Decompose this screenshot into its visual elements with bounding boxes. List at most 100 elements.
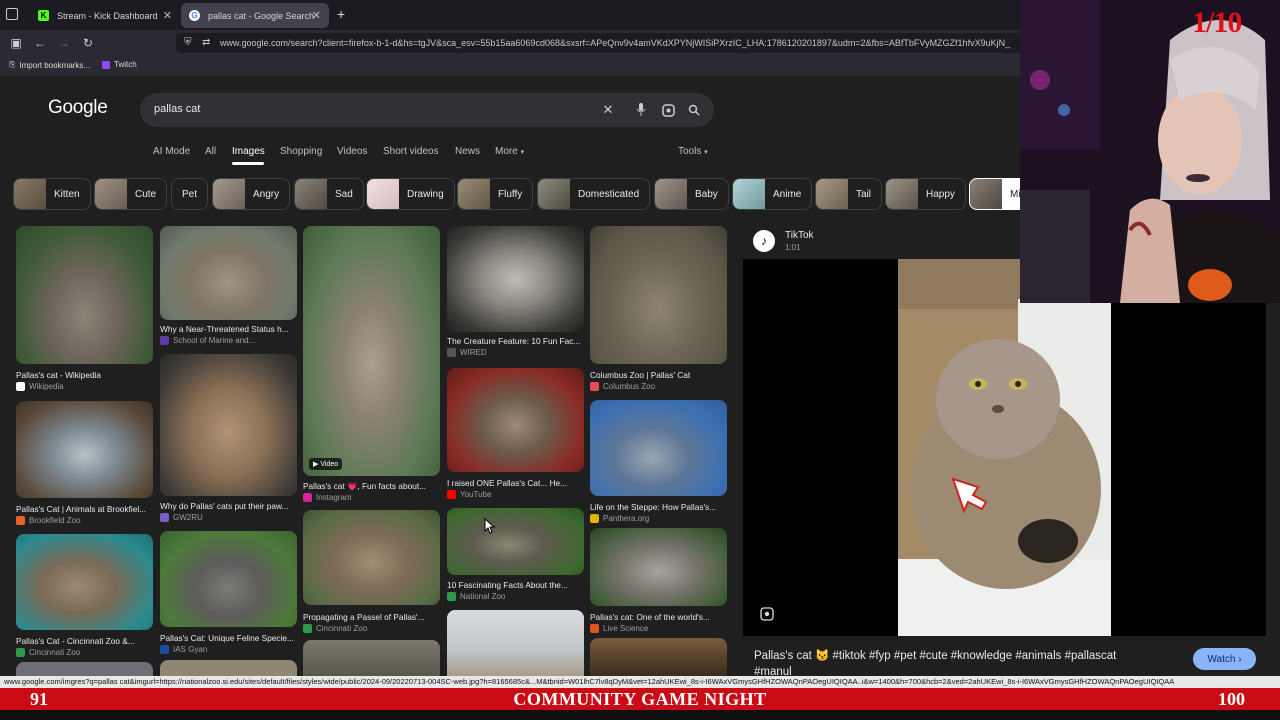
result-image[interactable] xyxy=(303,640,440,676)
tools-button[interactable]: Tools ▾ xyxy=(678,146,708,157)
image-result[interactable]: Pallas's cat: One of the world's... Live… xyxy=(590,528,728,633)
result-title[interactable]: Pallas's cat - Wikipedia xyxy=(16,370,154,380)
result-image[interactable] xyxy=(16,226,153,364)
lens-icon[interactable] xyxy=(660,102,676,118)
search-icon[interactable] xyxy=(686,102,702,118)
chip-more[interactable]: Mi xyxy=(969,178,1020,210)
back-icon[interactable]: ← xyxy=(32,35,48,51)
chip-fluffy[interactable]: Fluffy xyxy=(457,178,534,210)
forward-icon[interactable]: → xyxy=(56,35,72,51)
result-title[interactable]: Why do Pallas' cats put their paw... xyxy=(160,501,298,511)
result-title[interactable]: Why a Near-Threatened Status h... xyxy=(160,324,298,334)
image-result[interactable]: Why do Pallas' cats put their paw... GW2… xyxy=(160,354,298,524)
image-result[interactable]: Why a Near-Threatened Status h... School… xyxy=(160,226,298,348)
image-result[interactable] xyxy=(303,640,441,676)
result-source[interactable]: Panthera.org xyxy=(590,514,649,523)
result-source[interactable]: GW2RU xyxy=(160,513,203,522)
image-result[interactable] xyxy=(590,638,728,676)
result-source[interactable]: IAS Gyan xyxy=(160,645,207,654)
image-result[interactable]: Columbus Zoo | Pallas' Cat Columbus Zoo xyxy=(590,226,728,396)
result-image[interactable] xyxy=(16,401,153,498)
result-source[interactable]: National Zoo xyxy=(447,592,505,601)
tab-more[interactable]: More ▾ xyxy=(495,146,524,157)
image-result[interactable] xyxy=(16,662,154,676)
tab-kick-dashboard[interactable]: K Stream - Kick Dashboard ✕ xyxy=(30,3,180,28)
chip-pet[interactable]: Pet xyxy=(171,178,209,210)
microphone-icon[interactable] xyxy=(633,102,649,118)
google-logo[interactable]: Google xyxy=(48,97,108,119)
image-result[interactable]: ▶ Video Pallas's cat 💗, Fun facts about.… xyxy=(303,226,441,506)
tab-images[interactable]: Images xyxy=(232,146,265,157)
lens-search-icon[interactable] xyxy=(760,607,774,621)
result-title[interactable]: Pallas's cat 💗, Fun facts about... xyxy=(303,481,441,492)
result-image[interactable] xyxy=(160,660,297,676)
result-source[interactable]: Brookfield Zoo xyxy=(16,516,81,525)
result-image[interactable] xyxy=(16,662,153,676)
result-source[interactable]: Instagram xyxy=(303,493,352,502)
result-title[interactable]: Pallas's Cat: Unique Feline Specie... xyxy=(160,633,298,643)
watch-button[interactable]: Watch › xyxy=(1193,648,1256,670)
chip-anime[interactable]: Anime xyxy=(732,178,813,210)
chip-angry[interactable]: Angry xyxy=(212,178,291,210)
result-source[interactable]: WIRED xyxy=(447,348,487,357)
result-source[interactable]: Cincinnati Zoo xyxy=(16,648,80,657)
image-result[interactable]: Propagating a Passel of Pallas'... Cinci… xyxy=(303,510,441,634)
result-image[interactable] xyxy=(590,400,727,496)
image-result[interactable]: The Creature Feature: 10 Fun Fac... WIRE… xyxy=(447,226,585,357)
tab-videos[interactable]: Videos xyxy=(337,146,367,157)
chip-happy[interactable]: Happy xyxy=(885,178,966,210)
result-source[interactable]: Live Science xyxy=(590,624,648,633)
image-result[interactable]: Life on the Steppe: How Pallas's... Pant… xyxy=(590,400,728,525)
result-title[interactable]: Columbus Zoo | Pallas' Cat xyxy=(590,370,728,380)
sidebar-icon[interactable]: ▣ xyxy=(8,35,24,51)
tab-news[interactable]: News xyxy=(455,146,480,157)
result-title[interactable]: Pallas's Cat | Animals at Brookfiel... xyxy=(16,504,154,514)
image-result[interactable]: Pallas's Cat | Animals at Brookfiel... B… xyxy=(16,401,154,526)
result-source[interactable]: YouTube xyxy=(447,490,491,499)
result-title[interactable]: The Creature Feature: 10 Fun Fac... xyxy=(447,336,585,346)
result-title[interactable]: Propagating a Passel of Pallas'... xyxy=(303,612,441,622)
address-bar[interactable]: ⛨ ⇄ www.google.com/search?client=firefox… xyxy=(176,33,1026,53)
result-image[interactable] xyxy=(590,638,727,676)
tab-google-search[interactable]: G pallas cat - Google Search ✕ xyxy=(181,3,329,28)
close-tab-icon[interactable]: ✕ xyxy=(163,9,172,22)
image-result[interactable]: Pallas's Cat: Unique Feline Specie... IA… xyxy=(160,531,298,655)
result-source[interactable]: Wikipedia xyxy=(16,382,64,391)
result-source[interactable]: School of Marine and... xyxy=(160,336,255,345)
result-image[interactable] xyxy=(447,368,584,472)
bookmark-import[interactable]: ⎘ Import bookmarks... xyxy=(9,60,90,70)
tab-all[interactable]: All xyxy=(205,146,216,157)
result-image[interactable]: ▶ Video xyxy=(303,226,440,476)
result-title[interactable]: 10 Fascinating Facts About the... xyxy=(447,580,585,590)
reload-icon[interactable]: ↻ xyxy=(80,35,96,51)
chip-domesticated[interactable]: Domesticated xyxy=(537,178,651,210)
chip-cute[interactable]: Cute xyxy=(94,178,168,210)
tab-short-videos[interactable]: Short videos xyxy=(383,146,439,157)
image-result[interactable] xyxy=(160,660,298,676)
tab-ai-mode[interactable]: AI Mode xyxy=(153,146,190,157)
result-title[interactable]: Life on the Steppe: How Pallas's... xyxy=(590,502,728,512)
image-result[interactable]: Pallas's cat - Wikipedia Wikipedia xyxy=(16,226,154,396)
image-result[interactable]: Pallas's Cat - Cincinnati Zoo &... Cinci… xyxy=(16,534,154,658)
result-title[interactable]: Pallas's Cat - Cincinnati Zoo &... xyxy=(16,636,154,646)
tab-list-icon[interactable] xyxy=(6,8,18,20)
preview-image[interactable] xyxy=(743,259,1266,636)
search-box[interactable]: pallas cat ✕ xyxy=(140,93,714,127)
result-image[interactable] xyxy=(447,610,584,676)
result-image[interactable] xyxy=(160,531,297,627)
shield-icon[interactable]: ⛨ xyxy=(184,33,192,53)
chip-kitten[interactable]: Kitten xyxy=(13,178,91,210)
result-source[interactable]: Columbus Zoo xyxy=(590,382,655,391)
close-tab-icon[interactable]: ✕ xyxy=(312,9,321,22)
chip-sad[interactable]: Sad xyxy=(294,178,364,210)
result-image[interactable] xyxy=(590,528,727,606)
image-result[interactable]: I raised ONE Pallas's Cat... He... YouTu… xyxy=(447,368,585,499)
result-image[interactable] xyxy=(16,534,153,630)
preview-cat-image[interactable] xyxy=(898,259,1111,636)
result-image[interactable] xyxy=(160,226,297,320)
preview-header[interactable]: ♪ TikTok 1:01 xyxy=(753,230,814,252)
result-title[interactable]: I raised ONE Pallas's Cat... He... xyxy=(447,478,585,488)
result-source[interactable]: Cincinnati Zoo xyxy=(303,624,367,633)
search-input[interactable]: pallas cat xyxy=(154,103,200,115)
tab-shopping[interactable]: Shopping xyxy=(280,146,322,157)
